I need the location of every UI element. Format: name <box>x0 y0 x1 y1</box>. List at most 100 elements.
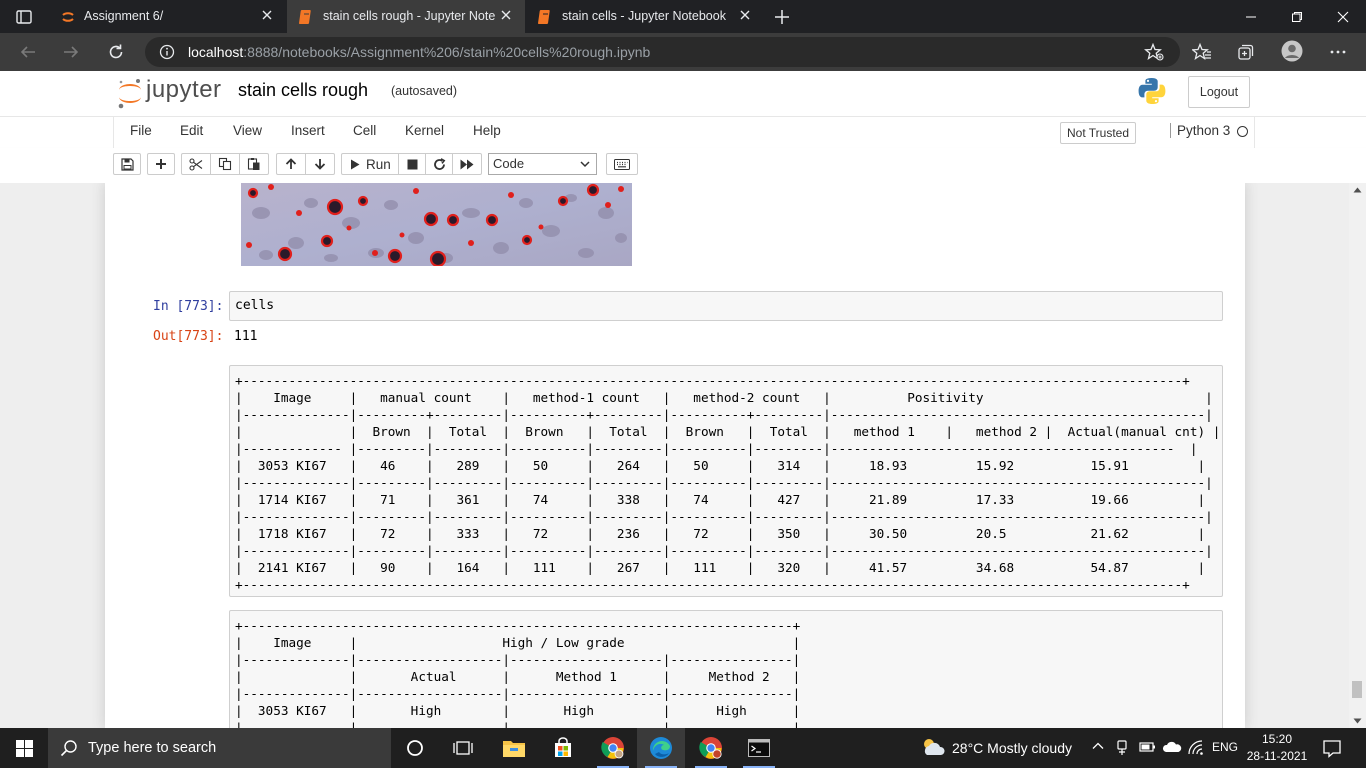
restart-run-all-button[interactable] <box>452 153 482 175</box>
interrupt-kernel-button[interactable] <box>398 153 426 175</box>
address-bar[interactable]: localhost:8888/notebooks/Assignment%206/… <box>145 37 1180 67</box>
task-view-icon[interactable] <box>439 728 487 768</box>
browser-tab-stain-cells-rough[interactable]: stain cells rough - Jupyter Noteb <box>287 0 525 33</box>
minimize-icon[interactable] <box>1228 0 1274 33</box>
notification-center-icon[interactable] <box>1322 738 1342 758</box>
notebook-name[interactable]: stain cells rough <box>238 80 368 101</box>
page-scrollbar[interactable] <box>1349 183 1366 728</box>
input-language[interactable]: ENG <box>1212 740 1238 754</box>
edge-icon[interactable] <box>637 728 685 768</box>
favorites-icon[interactable] <box>1192 42 1212 62</box>
weather-text[interactable]: 28°C Mostly cloudy <box>952 740 1072 756</box>
close-tab-icon[interactable] <box>738 8 752 22</box>
autosave-status: (autosaved) <box>391 84 458 98</box>
forward-arrow-icon[interactable] <box>61 42 81 62</box>
usb-device-icon[interactable] <box>1115 740 1129 756</box>
menu-edit[interactable]: Edit <box>180 123 203 138</box>
move-up-button[interactable] <box>276 153 306 175</box>
python-logo-icon <box>1137 76 1167 106</box>
add-favorite-star-icon[interactable] <box>1144 43 1164 61</box>
menu-kernel[interactable]: Kernel <box>405 123 444 138</box>
insert-cell-button[interactable] <box>147 153 175 175</box>
search-icon <box>60 739 78 757</box>
positivity-table-text: +---------------------------------------… <box>235 373 1221 592</box>
not-trusted-button[interactable]: Not Trusted <box>1060 122 1137 144</box>
onedrive-cloud-icon[interactable] <box>1162 740 1182 754</box>
menu-cell[interactable]: Cell <box>353 123 376 138</box>
scissors-icon <box>189 157 203 171</box>
code-cell-input[interactable]: cells <box>229 291 1223 321</box>
reload-icon[interactable] <box>106 42 126 62</box>
wifi-icon[interactable] <box>1187 740 1205 756</box>
cut-button[interactable] <box>181 153 211 175</box>
menu-file[interactable]: File <box>130 123 152 138</box>
run-button[interactable]: Run <box>341 153 399 175</box>
close-tab-icon[interactable] <box>499 8 513 22</box>
menubar: File Edit View Insert Cell Kernel Help N… <box>0 116 1366 149</box>
chevron-up-icon[interactable] <box>1092 740 1104 752</box>
paste-button[interactable] <box>239 153 269 175</box>
chrome-icon[interactable] <box>589 728 637 768</box>
jupyter-header: jupyter stain cells rough (autosaved) Lo… <box>0 71 1366 116</box>
tab-actions-icon[interactable] <box>14 7 34 27</box>
stained-cells-output-image <box>241 183 632 266</box>
kernel-idle-indicator-icon <box>1237 126 1248 137</box>
output-prompt: Out[773]: <box>153 329 224 344</box>
chrome-profile-icon[interactable] <box>687 728 735 768</box>
back-arrow-icon[interactable] <box>18 42 38 62</box>
jupyter-logo-icon[interactable] <box>117 76 143 110</box>
scrollbar-thumb[interactable] <box>1352 681 1362 698</box>
command-palette-button[interactable] <box>606 153 638 175</box>
notebook-favicon-icon <box>538 9 552 25</box>
menu-view[interactable]: View <box>233 123 262 138</box>
copy-button[interactable] <box>210 153 240 175</box>
save-button[interactable] <box>113 153 141 175</box>
clock-date: 28-11-2021 <box>1246 749 1308 763</box>
menu-insert[interactable]: Insert <box>291 123 325 138</box>
run-label: Run <box>366 156 391 172</box>
move-down-button[interactable] <box>305 153 335 175</box>
site-info-icon[interactable] <box>159 44 175 60</box>
browser-tab-stain-cells[interactable]: stain cells - Jupyter Notebook <box>526 0 764 33</box>
code-text: cells <box>235 298 275 313</box>
paste-icon <box>247 157 261 171</box>
output-value: 111 <box>234 329 258 344</box>
windows-start-icon[interactable] <box>0 728 48 768</box>
windows-taskbar: Type here to search 28°C Mostly cloudy E… <box>0 728 1366 768</box>
microsoft-store-icon[interactable] <box>539 728 587 768</box>
close-tab-icon[interactable] <box>260 8 274 22</box>
terminal-icon[interactable] <box>735 728 783 768</box>
scroll-down-arrow-icon[interactable] <box>1353 718 1362 724</box>
restore-icon[interactable] <box>1274 0 1320 33</box>
grade-table-output: +---------------------------------------… <box>229 610 1223 728</box>
cell-type-value: Code <box>493 156 525 171</box>
cortana-circle-icon[interactable] <box>391 728 439 768</box>
jupyter-wordmark: jupyter <box>146 76 222 103</box>
logout-button[interactable]: Logout <box>1188 76 1250 108</box>
notebook-site: In [773]: cells Out[773]: 111 +---------… <box>0 183 1366 728</box>
profile-avatar-icon[interactable] <box>1281 40 1303 62</box>
taskbar-search-box[interactable]: Type here to search <box>48 728 391 768</box>
copy-icon <box>218 157 232 171</box>
new-tab-plus-icon[interactable] <box>772 7 792 27</box>
weather-cloud-icon[interactable] <box>920 736 946 758</box>
restart-icon <box>433 157 446 171</box>
browser-tab-assignment[interactable]: Assignment 6/ <box>48 0 286 33</box>
scroll-up-arrow-icon[interactable] <box>1353 187 1362 193</box>
close-window-icon[interactable] <box>1320 0 1366 33</box>
jupyter-favicon-icon <box>60 9 76 25</box>
window-controls <box>1228 0 1366 33</box>
taskbar-clock[interactable]: 15:20 28-11-2021 <box>1246 731 1308 765</box>
plus-icon <box>155 158 167 170</box>
cell-type-select[interactable]: Code <box>488 153 597 175</box>
collections-icon[interactable] <box>1236 42 1256 62</box>
tab-title: stain cells - Jupyter Notebook <box>562 9 726 23</box>
battery-icon[interactable] <box>1139 740 1157 754</box>
grade-table-text: +---------------------------------------… <box>235 618 801 728</box>
restart-kernel-button[interactable] <box>425 153 453 175</box>
input-prompt: In [773]: <box>153 299 224 314</box>
file-explorer-icon[interactable] <box>490 728 538 768</box>
url-text: localhost:8888/notebooks/Assignment%206/… <box>188 44 651 60</box>
menu-help[interactable]: Help <box>473 123 501 138</box>
more-options-icon[interactable] <box>1328 42 1348 62</box>
